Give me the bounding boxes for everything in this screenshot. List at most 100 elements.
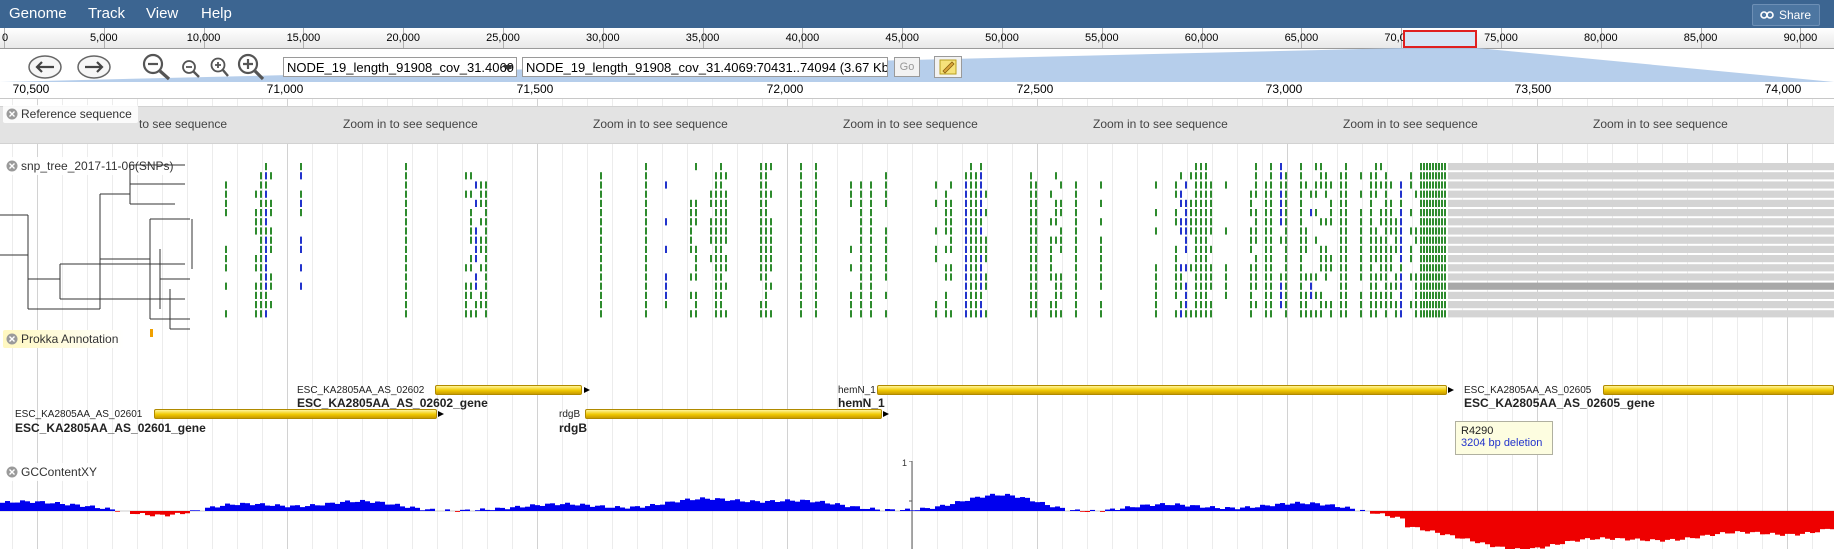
snp-mark[interactable]: [1444, 291, 1446, 299]
snp-mark[interactable]: [1280, 273, 1282, 281]
overview-ruler[interactable]: 0 5,000 10,000 15,000 20,000 25,000 30,000 35,0…: [0, 28, 1834, 49]
snp-mark[interactable]: [1360, 301, 1362, 309]
snp-mark[interactable]: [1035, 245, 1037, 253]
snp-mark[interactable]: [1320, 310, 1322, 318]
snp-mark[interactable]: [1285, 218, 1287, 226]
snp-mark[interactable]: [1375, 301, 1377, 309]
snp-mark[interactable]: [950, 273, 952, 281]
snp-mark[interactable]: [1210, 310, 1212, 318]
snp-mark[interactable]: [1370, 291, 1372, 299]
snp-mark[interactable]: [265, 199, 267, 207]
snp-mark[interactable]: [465, 190, 467, 198]
snp-mark[interactable]: [1300, 245, 1302, 253]
snp-mark[interactable]: [1030, 245, 1032, 253]
snp-mark[interactable]: [1180, 218, 1182, 226]
snp-mark[interactable]: [225, 199, 227, 207]
snp-mark[interactable]: [1180, 282, 1182, 290]
snp-mark[interactable]: [405, 236, 407, 244]
snp-mark[interactable]: [1441, 190, 1443, 198]
snp-mark[interactable]: [1300, 209, 1302, 217]
snp-mark[interactable]: [720, 181, 722, 189]
snp-mark[interactable]: [1030, 172, 1032, 180]
snp-mark[interactable]: [1055, 218, 1057, 226]
snp-mark[interactable]: [1360, 209, 1362, 217]
snp-mark[interactable]: [600, 181, 602, 189]
snp-mark[interactable]: [1265, 282, 1267, 290]
snp-mark[interactable]: [645, 273, 647, 281]
snp-mark[interactable]: [600, 273, 602, 281]
snp-mark[interactable]: [1395, 301, 1397, 309]
snp-mark[interactable]: [1195, 255, 1197, 263]
snp-mark[interactable]: [760, 255, 762, 263]
snp-mark[interactable]: [975, 218, 977, 226]
snp-mark[interactable]: [260, 190, 262, 198]
snp-mark[interactable]: [800, 255, 802, 263]
snp-mark[interactable]: [1385, 236, 1387, 244]
snp-mark[interactable]: [1438, 255, 1440, 263]
snp-mark[interactable]: [1438, 264, 1440, 272]
snp-mark[interactable]: [950, 245, 952, 253]
snp-mark[interactable]: [1075, 255, 1077, 263]
snp-mark[interactable]: [1441, 218, 1443, 226]
snp-mark[interactable]: [1426, 255, 1428, 263]
snp-mark[interactable]: [1325, 273, 1327, 281]
snp-mark[interactable]: [1055, 273, 1057, 281]
snp-mark[interactable]: [870, 310, 872, 318]
snp-mark[interactable]: [270, 236, 272, 244]
snp-mark[interactable]: [860, 227, 862, 235]
highlight-button[interactable]: [934, 56, 962, 78]
gene-feature-02602[interactable]: [435, 385, 582, 395]
snp-mark[interactable]: [1330, 255, 1332, 263]
snp-mark[interactable]: [1055, 209, 1057, 217]
snp-mark[interactable]: [870, 218, 872, 226]
snp-mark[interactable]: [1280, 190, 1282, 198]
snp-mark[interactable]: [715, 255, 717, 263]
snp-mark[interactable]: [800, 301, 802, 309]
snp-mark[interactable]: [945, 190, 947, 198]
snp-mark[interactable]: [815, 255, 817, 263]
snp-mark[interactable]: [1429, 301, 1431, 309]
snp-mark[interactable]: [1175, 282, 1177, 290]
snp-mark[interactable]: [815, 209, 817, 217]
snp-mark[interactable]: [600, 199, 602, 207]
snp-mark[interactable]: [480, 236, 482, 244]
snp-mark[interactable]: [225, 245, 227, 253]
snp-mark[interactable]: [1441, 282, 1443, 290]
snp-mark[interactable]: [1185, 236, 1187, 244]
snp-mark[interactable]: [715, 190, 717, 198]
snp-mark[interactable]: [1345, 236, 1347, 244]
snp-mark[interactable]: [1155, 310, 1157, 318]
snp-mark[interactable]: [1255, 172, 1257, 180]
snp-mark[interactable]: [260, 264, 262, 272]
snp-mark[interactable]: [715, 301, 717, 309]
snp-mark[interactable]: [980, 163, 982, 171]
snp-mark[interactable]: [1441, 227, 1443, 235]
snp-mark[interactable]: [725, 255, 727, 263]
snp-mark[interactable]: [1030, 273, 1032, 281]
snp-mark[interactable]: [725, 218, 727, 226]
snp-mark[interactable]: [1426, 245, 1428, 253]
snp-mark[interactable]: [1030, 255, 1032, 263]
snp-mark[interactable]: [980, 181, 982, 189]
snp-mark[interactable]: [255, 282, 257, 290]
snp-mark[interactable]: [1325, 255, 1327, 263]
snp-mark[interactable]: [1050, 236, 1052, 244]
zoom-in-small-icon[interactable]: [209, 56, 231, 80]
snp-mark[interactable]: [860, 264, 862, 272]
snp-mark[interactable]: [270, 227, 272, 235]
snp-mark[interactable]: [1310, 273, 1312, 281]
snp-mark[interactable]: [885, 264, 887, 272]
snp-mark[interactable]: [1175, 181, 1177, 189]
snp-mark[interactable]: [850, 199, 852, 207]
snp-mark[interactable]: [1420, 310, 1422, 318]
snp-mark[interactable]: [1426, 218, 1428, 226]
snp-mark[interactable]: [1200, 255, 1202, 263]
snp-mark[interactable]: [720, 282, 722, 290]
snp-mark[interactable]: [1375, 291, 1377, 299]
snp-mark[interactable]: [1210, 181, 1212, 189]
snp-mark[interactable]: [405, 163, 407, 171]
snp-mark[interactable]: [770, 236, 772, 244]
snp-mark[interactable]: [1444, 163, 1446, 171]
snp-mark[interactable]: [715, 236, 717, 244]
snp-mark[interactable]: [1429, 163, 1431, 171]
